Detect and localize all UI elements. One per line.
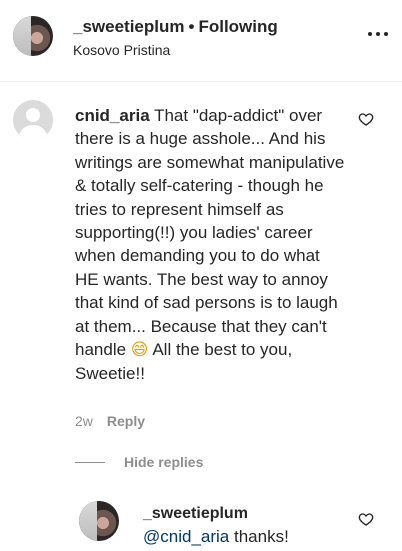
replies-divider: [75, 462, 105, 463]
comment-timestamp: 2w: [75, 413, 93, 429]
separator-dot: •: [188, 17, 195, 36]
hide-replies-button[interactable]: Hide replies: [124, 454, 203, 470]
comment-meta: 2w Reply: [75, 413, 145, 429]
post-location[interactable]: Kosovo Pristina: [73, 42, 170, 58]
heart-outline-icon[interactable]: [358, 111, 374, 127]
more-options-icon[interactable]: [368, 30, 388, 38]
reply-heart-outline-icon[interactable]: [358, 511, 374, 527]
following-button[interactable]: Following: [198, 17, 277, 36]
reply-mention-link[interactable]: @cnid_aria: [143, 527, 229, 546]
grinning-emoji-icon: 😄: [130, 340, 149, 361]
reply-button[interactable]: Reply: [107, 413, 145, 429]
comment-username[interactable]: cnid_aria: [75, 106, 150, 125]
author-username[interactable]: _sweetieplum: [73, 17, 185, 36]
post-header: _sweetieplum • Following Kosovo Pristina: [0, 0, 402, 82]
reply-body: @cnid_aria thanks!: [143, 527, 289, 547]
reply-text: thanks!: [233, 527, 289, 546]
reply-author-avatar[interactable]: [79, 501, 119, 541]
author-avatar[interactable]: [13, 16, 53, 56]
comment-body: cnid_aria That "dap-addict" over there i…: [75, 104, 347, 386]
author-line: _sweetieplum • Following: [73, 17, 278, 37]
reply-username[interactable]: _sweetieplum: [143, 505, 248, 523]
commenter-avatar[interactable]: [13, 100, 53, 140]
comment-text: That "dap-addict" over there is a huge a…: [75, 106, 345, 360]
